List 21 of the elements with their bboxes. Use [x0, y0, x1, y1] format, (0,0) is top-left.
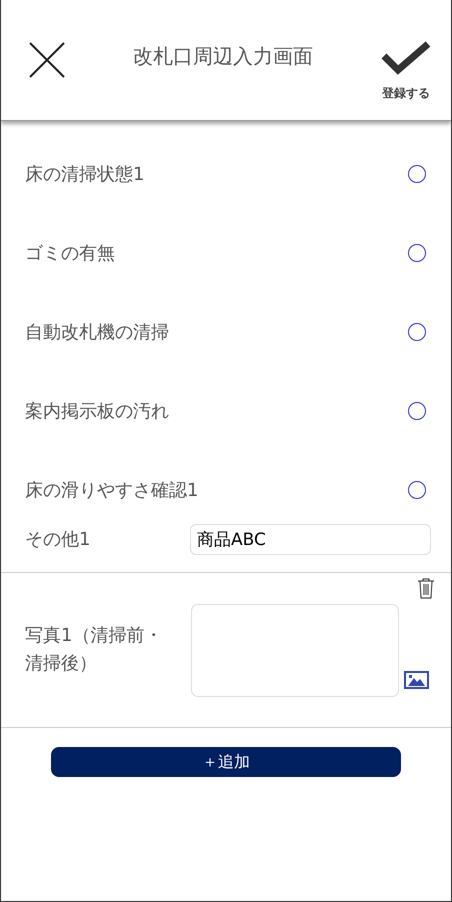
radio-button[interactable]: [408, 480, 426, 498]
screen-title: 改札口周辺入力画面: [132, 42, 314, 70]
register-button[interactable]: 登録する: [381, 40, 431, 102]
radio-button[interactable]: [408, 164, 426, 182]
close-icon[interactable]: [29, 42, 65, 78]
radio-button[interactable]: [408, 402, 426, 420]
field-label: その他1: [25, 528, 90, 551]
field-label: 床の滑りやすさ確認1: [25, 478, 198, 502]
field-label: 案内掲示板の汚れ: [25, 400, 169, 422]
photo-field[interactable]: [191, 604, 399, 696]
field-label: 写真1（清掃前・清掃後）: [25, 624, 164, 676]
input-field[interactable]: 商品ABC: [190, 524, 431, 554]
radio-button[interactable]: [408, 244, 426, 262]
field-label: ゴミの有無: [25, 242, 115, 264]
trash-icon[interactable]: [417, 577, 435, 599]
field-label: 自動改札機の清掃: [25, 320, 169, 344]
check-icon: [381, 40, 431, 74]
radio-button[interactable]: [408, 322, 426, 340]
add-button[interactable]: ＋追加: [51, 747, 401, 777]
image-icon[interactable]: [404, 671, 429, 689]
field-label: 床の清掃状態1: [25, 162, 144, 186]
